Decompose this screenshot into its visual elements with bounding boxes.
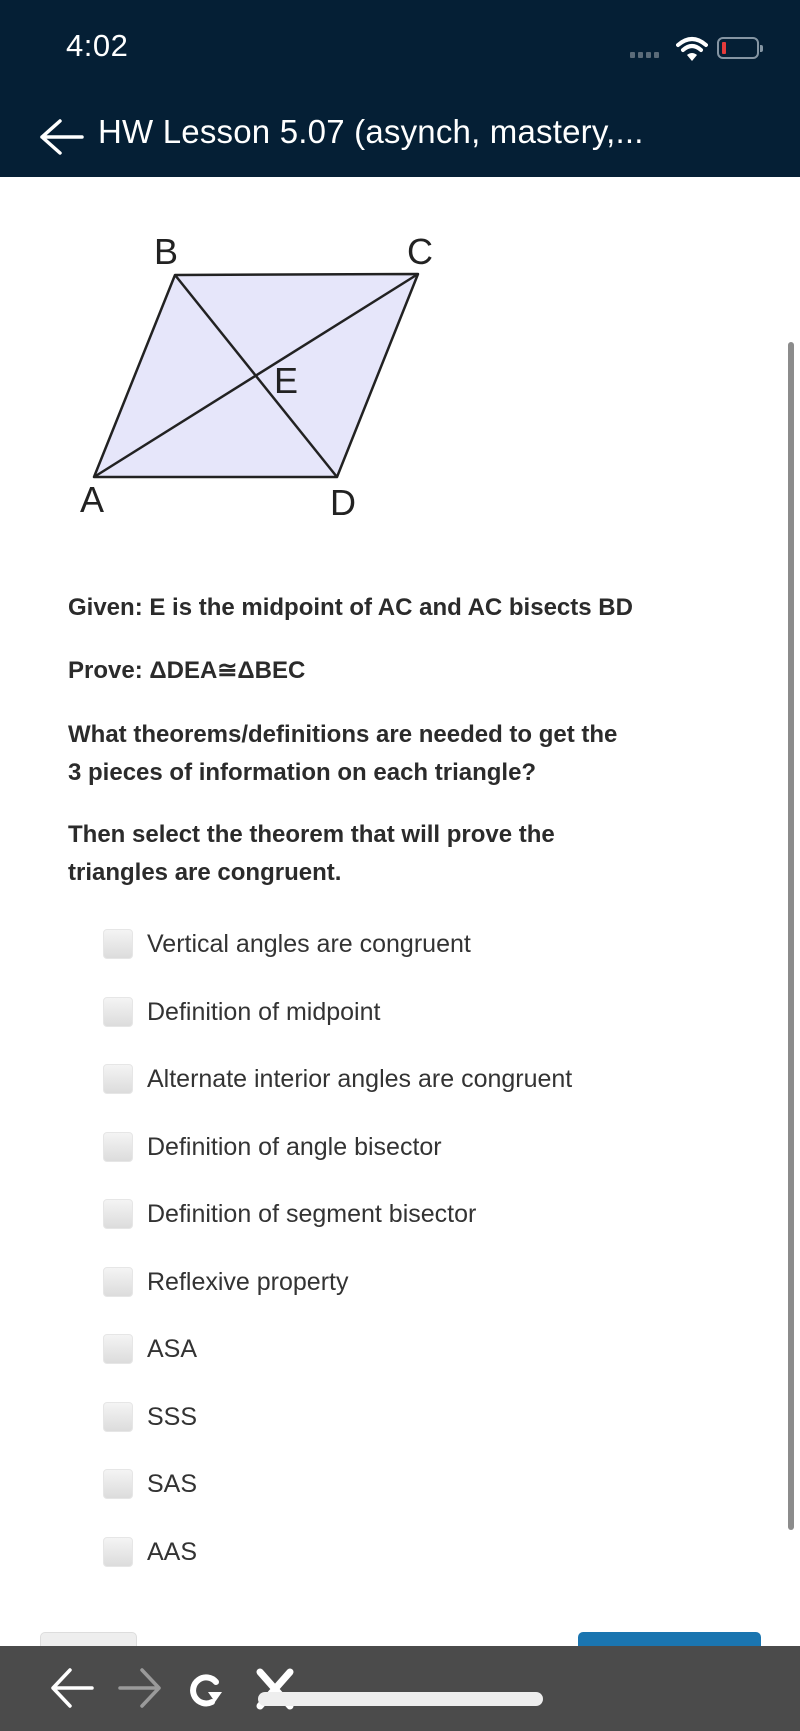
checkbox[interactable] [103,1469,133,1499]
page-title: HW Lesson 5.07 (asynch, mastery,... [98,113,644,150]
top-app-bar: 4:02 HW Lesson 5.07 (asynch, mastery,... [0,0,800,177]
prompt-line-1: What theorems/definitions are needed to … [68,721,618,748]
parallelogram-diagram: B C E A D [80,231,433,523]
checkbox[interactable] [103,997,133,1027]
option-label: Definition of angle bisector [147,1132,442,1161]
back-arrow-icon[interactable] [38,118,86,156]
option-checkbox-item[interactable]: Definition of midpoint [103,995,380,1029]
option-label: SSS [147,1402,198,1431]
wifi-icon [676,37,708,61]
prompt-line-3: Then select the theorem that will prove … [68,821,555,848]
option-label: Alternate interior angles are congruent [147,1064,573,1093]
option-label: Definition of segment bisector [147,1199,477,1228]
option-label: SAS [147,1469,198,1498]
vertical-scrollbar[interactable] [788,342,794,1530]
address-bar[interactable] [258,1692,543,1706]
checkbox[interactable] [103,1402,133,1432]
back-arrow-icon[interactable] [48,1666,96,1710]
checkbox[interactable] [103,1132,133,1162]
option-label: AAS [147,1537,198,1566]
option-checkbox-item[interactable]: ASA [103,1332,197,1366]
label-c: C [407,231,433,272]
checkbox[interactable] [103,1334,133,1364]
reload-icon[interactable] [182,1666,230,1710]
option-checkbox-item[interactable]: SSS [103,1400,197,1434]
status-time: 4:02 [66,28,129,63]
forward-arrow-icon[interactable] [116,1666,164,1710]
checkbox[interactable] [103,1199,133,1229]
battery-low-icon [717,37,763,59]
checkbox[interactable] [103,929,133,959]
signal-dots-icon [630,52,659,58]
prompt-line-4: triangles are congruent. [68,859,342,886]
prove-statement: Prove: ΔDEA≅ΔBEC [68,657,306,684]
checkbox[interactable] [103,1537,133,1567]
browser-toolbar [0,1646,800,1731]
option-checkbox-item[interactable]: SAS [103,1467,197,1501]
checkbox[interactable] [103,1064,133,1094]
option-checkbox-item[interactable]: Alternate interior angles are congruent [103,1062,572,1096]
checkbox[interactable] [103,1267,133,1297]
option-checkbox-item[interactable]: Reflexive property [103,1265,348,1299]
label-b: B [154,231,178,272]
option-label: Definition of midpoint [147,997,381,1026]
option-checkbox-item[interactable]: AAS [103,1535,197,1569]
label-d: D [330,482,356,523]
option-label: ASA [147,1334,198,1363]
given-statement: Given: E is the midpoint of AC and AC bi… [68,594,633,621]
option-checkbox-item[interactable]: Vertical angles are congruent [103,927,471,961]
label-a: A [80,479,104,520]
option-label: Vertical angles are congruent [147,929,471,958]
option-checkbox-item[interactable]: Definition of segment bisector [103,1197,476,1231]
label-e: E [274,360,298,401]
option-label: Reflexive property [147,1267,349,1296]
option-checkbox-item[interactable]: Definition of angle bisector [103,1130,442,1164]
prompt-line-2: 3 pieces of information on each triangle… [68,759,537,786]
